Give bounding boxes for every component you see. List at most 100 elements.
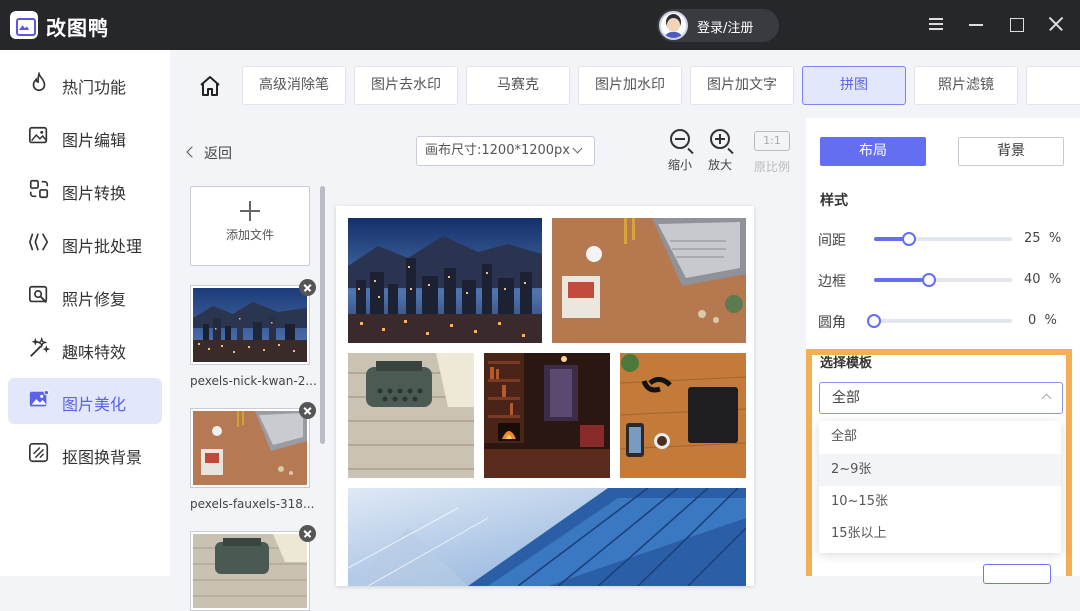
sidebar: 热门功能 图片编辑 图片转换 图片批处理 照片修复 趣味特效 图片美化 抠图换背…	[0, 50, 170, 576]
sidebar-item-cutout[interactable]: 抠图换背景	[8, 431, 162, 477]
home-icon[interactable]	[198, 74, 222, 98]
city-night-thumbnail	[193, 288, 307, 362]
collage-tile-typewriter[interactable]	[348, 353, 474, 478]
app-logo-icon	[10, 11, 38, 39]
sidebar-item-label: 图片编辑	[62, 131, 127, 150]
sidebar-item-fun-effects[interactable]: 趣味特效	[8, 326, 162, 372]
remove-file-icon[interactable]	[299, 402, 316, 419]
template-select[interactable]: 全部	[819, 382, 1063, 414]
collage-tile-desk-phone[interactable]	[620, 353, 746, 478]
corner-radius-slider[interactable]	[867, 314, 1012, 328]
sidebar-item-image-beautify[interactable]: 图片美化	[8, 378, 162, 424]
chevron-down-icon	[572, 143, 583, 154]
file-name: pexels-fauxels-318...	[190, 497, 315, 511]
back-button[interactable]: 返回	[186, 143, 232, 163]
flame-icon	[32, 72, 46, 92]
desk-laptop-image	[552, 218, 746, 343]
collage-tile-desk-laptop[interactable]	[552, 218, 746, 343]
file-thumbnail[interactable]	[190, 525, 316, 611]
collage-tile-city-night[interactable]	[348, 218, 542, 343]
original-ratio-button[interactable]: 1:1 原比例	[752, 131, 792, 179]
desk-laptop-thumbnail	[193, 411, 307, 485]
tool-add-watermark[interactable]: 图片加水印	[578, 66, 682, 105]
sidebar-item-label: 图片美化	[62, 395, 127, 414]
collage-tile-cozy-room[interactable]	[484, 353, 610, 478]
sidebar-item-image-edit[interactable]: 图片编辑	[8, 114, 162, 160]
border-slider[interactable]	[874, 273, 1012, 287]
slider-handle[interactable]	[922, 273, 936, 287]
zoom-out-label: 缩小	[667, 158, 692, 172]
menu-icon[interactable]	[926, 14, 946, 34]
sidebar-item-label: 趣味特效	[62, 343, 127, 362]
template-section-title: 选择模板	[820, 356, 873, 371]
template-dropdown-menu: 全部 2~9张 10~15张 15张以上	[819, 421, 1061, 553]
file-name: pexels-nick-kwan-2...	[190, 374, 317, 388]
app-title: 改图鸭	[46, 16, 109, 40]
corner-radius-label: 圆角	[818, 315, 846, 331]
tool-advanced-eraser[interactable]: 高级消除笔	[242, 66, 346, 105]
template-option-15-plus[interactable]: 15张以上	[819, 518, 1061, 550]
tool-add-text[interactable]: 图片加文字	[690, 66, 794, 105]
collage-tile-glass-building[interactable]	[348, 488, 746, 586]
batch-icon	[28, 233, 49, 251]
sidebar-item-hot-features[interactable]: 热门功能	[8, 61, 162, 107]
corner-radius-value: 0 %	[1028, 313, 1057, 328]
sidebar-item-batch[interactable]: 图片批处理	[8, 220, 162, 266]
spacing-value: 25 %	[1024, 231, 1062, 246]
template-selected-value: 全部	[832, 390, 860, 406]
tool-bar: 高级消除笔 图片去水印 马赛克 图片加水印 图片加文字 拼图 照片滤镜	[170, 50, 1080, 122]
magic-wand-icon	[30, 337, 50, 357]
back-label: 返回	[204, 146, 232, 162]
beautify-icon	[29, 390, 49, 407]
minimize-icon[interactable]	[966, 14, 986, 34]
remove-file-icon[interactable]	[299, 525, 316, 542]
tool-collage[interactable]: 拼图	[802, 66, 906, 105]
glass-building-image	[348, 488, 746, 586]
tool-more[interactable]	[1026, 66, 1080, 105]
sidebar-item-image-convert[interactable]: 图片转换	[8, 167, 162, 213]
tab-layout[interactable]: 布局	[820, 137, 926, 166]
border-label: 边框	[818, 274, 846, 290]
file-thumbnail[interactable]	[190, 402, 316, 488]
template-apply-button[interactable]	[983, 564, 1051, 584]
cozy-room-image	[484, 353, 610, 478]
slider-handle[interactable]	[867, 314, 881, 328]
style-section-title: 样式	[820, 193, 848, 209]
spacing-slider[interactable]	[874, 232, 1012, 246]
zoom-in-label: 放大	[707, 158, 732, 172]
tab-background[interactable]: 背景	[958, 137, 1064, 166]
tool-mosaic[interactable]: 马赛克	[466, 66, 570, 105]
login-button[interactable]: 登录/注册	[657, 9, 779, 42]
plus-icon	[240, 201, 260, 221]
sidebar-item-label: 图片批处理	[62, 237, 143, 256]
close-icon[interactable]	[1046, 14, 1066, 34]
collage-canvas[interactable]	[336, 206, 754, 586]
template-option-2-9[interactable]: 2~9张	[819, 454, 1061, 486]
maximize-icon[interactable]	[1006, 14, 1026, 34]
typewriter-thumbnail	[193, 534, 307, 608]
file-thumbnail[interactable]	[190, 279, 316, 365]
chevron-up-icon	[1041, 393, 1052, 404]
add-file-button[interactable]: 添加文件	[190, 186, 310, 266]
slider-fill	[874, 278, 929, 282]
canvas-size-select[interactable]: 画布尺寸:1200*1200px	[416, 136, 595, 166]
tool-remove-watermark[interactable]: 图片去水印	[354, 66, 458, 105]
tool-photo-filter[interactable]: 照片滤镜	[914, 66, 1018, 105]
chevron-left-icon	[186, 146, 198, 158]
zoom-in-icon	[710, 129, 730, 149]
template-option-10-15[interactable]: 10~15张	[819, 486, 1061, 518]
city-night-image	[348, 218, 542, 343]
file-list-scrollbar[interactable]	[320, 186, 325, 444]
spacing-label: 间距	[818, 233, 846, 249]
zoom-in-button[interactable]: 放大	[700, 129, 740, 177]
image-edit-icon	[29, 126, 48, 144]
convert-icon	[29, 179, 49, 199]
cutout-icon	[29, 443, 49, 463]
remove-file-icon[interactable]	[299, 279, 316, 296]
zoom-out-button[interactable]: 缩小	[660, 129, 700, 177]
template-option-all[interactable]: 全部	[819, 421, 1061, 453]
ratio-label: 原比例	[753, 160, 790, 174]
sidebar-item-photo-repair[interactable]: 照片修复	[8, 273, 162, 319]
slider-handle[interactable]	[902, 232, 916, 246]
zoom-out-icon	[670, 129, 690, 149]
